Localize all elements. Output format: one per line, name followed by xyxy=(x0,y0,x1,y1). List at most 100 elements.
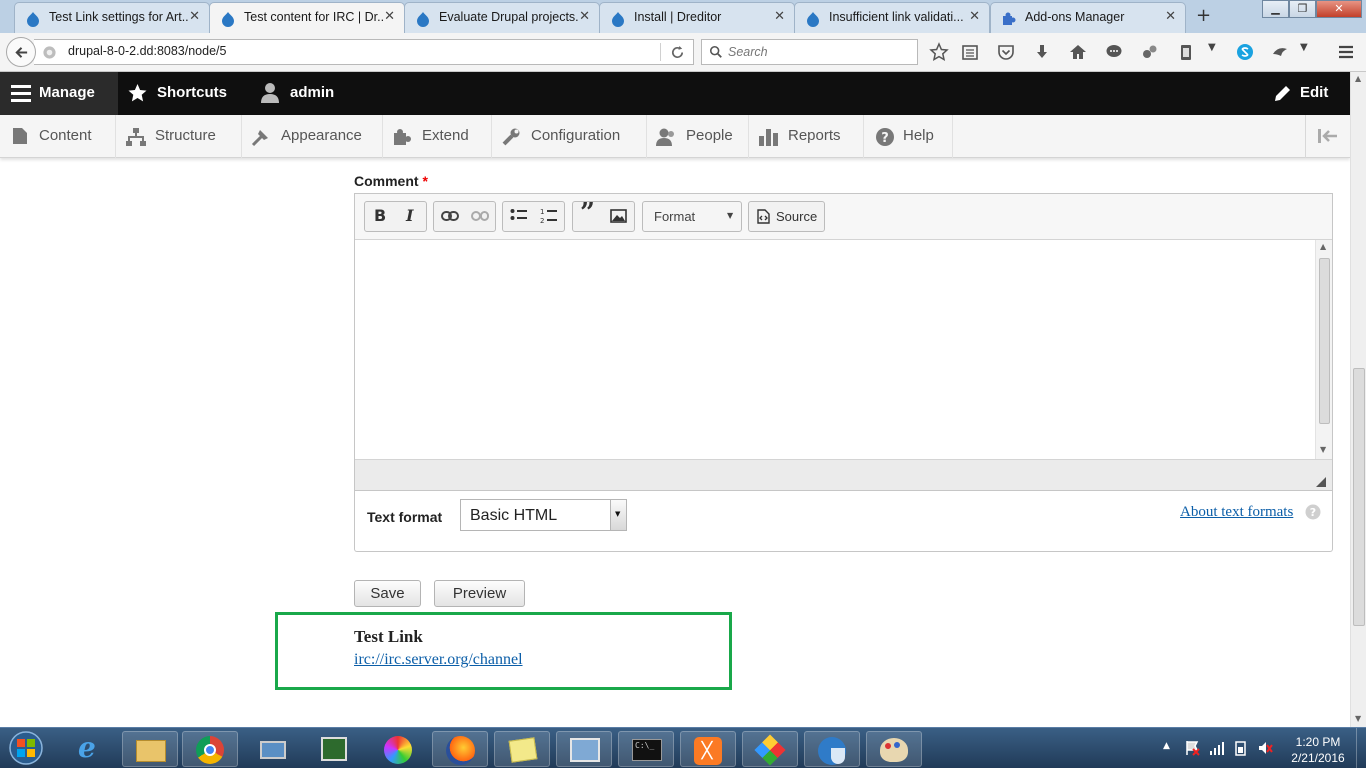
git-icon[interactable] xyxy=(742,731,798,767)
browser-tab[interactable]: Install | Dreditor ✕ xyxy=(599,2,795,33)
restore-window-icon[interactable]: ❐ xyxy=(1289,0,1316,18)
command-prompt-icon[interactable]: C:\_ xyxy=(618,731,674,767)
clipboard-dropdown-icon[interactable]: ▼ xyxy=(1208,42,1216,53)
chrome-icon[interactable] xyxy=(182,731,238,767)
network-tool-icon[interactable] xyxy=(246,731,302,767)
hamburger-menu-icon[interactable] xyxy=(1336,42,1356,62)
pocket-icon[interactable] xyxy=(996,42,1016,62)
tray-item-reports[interactable]: Reports xyxy=(749,115,864,158)
action-center-flag-icon[interactable] xyxy=(1184,740,1200,756)
xampp-icon[interactable]: ᚷ xyxy=(680,731,736,767)
toolbar-shortcuts[interactable]: Shortcuts xyxy=(118,72,248,115)
home-icon[interactable] xyxy=(1068,42,1088,62)
minimize-window-icon[interactable]: ▁ xyxy=(1262,0,1289,18)
tray-item-configuration[interactable]: Configuration xyxy=(492,115,647,158)
required-marker: * xyxy=(422,173,428,189)
test-link-url[interactable]: irc://irc.server.org/channel xyxy=(354,651,523,669)
tab-close-icon[interactable]: ✕ xyxy=(189,9,200,24)
new-tab-button[interactable]: + xyxy=(1196,5,1211,26)
tray-item-extend[interactable]: Extend xyxy=(383,115,492,158)
toolbar-manage[interactable]: Manage xyxy=(0,72,118,115)
tray-item-structure[interactable]: Structure xyxy=(116,115,242,158)
tray-item-people[interactable]: People xyxy=(647,115,749,158)
tab-close-icon[interactable]: ✕ xyxy=(579,9,590,24)
addon-dropdown-icon[interactable]: ▼ xyxy=(1300,42,1308,53)
link-button[interactable] xyxy=(435,202,464,231)
sticky-notes-icon[interactable] xyxy=(494,731,550,767)
editor-scroll-thumb[interactable] xyxy=(1319,258,1330,424)
page-scrollbar[interactable]: ▲ ▼ xyxy=(1350,72,1366,727)
windows-start-icon[interactable] xyxy=(6,730,46,766)
scroll-up-icon[interactable]: ▲ xyxy=(1320,242,1326,251)
shield-globe-icon[interactable] xyxy=(804,731,860,767)
select-arrow[interactable]: ▼ xyxy=(610,500,626,530)
bird-icon[interactable] xyxy=(1270,42,1290,62)
browser-tab-active[interactable]: Test content for IRC | Dr... ✕ xyxy=(209,2,405,34)
browser-tab[interactable]: Insufficient link validati... ✕ xyxy=(794,2,990,33)
browser-tab[interactable]: Test Link settings for Art... ✕ xyxy=(14,2,210,33)
color-wheel-icon[interactable] xyxy=(370,731,426,767)
url-bar[interactable]: drupal-8-0-2.dd:8083/node/5 xyxy=(34,39,694,65)
scroll-down-icon[interactable]: ▼ xyxy=(1355,714,1361,723)
tab-close-icon[interactable]: ✕ xyxy=(1165,9,1176,24)
extension-icon[interactable] xyxy=(1140,42,1160,62)
browser-tab[interactable]: Add-ons Manager ✕ xyxy=(990,2,1186,33)
tab-close-icon[interactable]: ✕ xyxy=(774,9,785,24)
source-button[interactable]: Source xyxy=(748,201,825,232)
battery-icon[interactable] xyxy=(1233,740,1249,756)
tray-item-content[interactable]: Content xyxy=(0,115,116,158)
unlink-button[interactable] xyxy=(465,202,494,231)
firefox-icon[interactable] xyxy=(432,731,488,767)
numbered-list-icon: 12 xyxy=(540,208,557,225)
format-dropdown[interactable]: Format ▼ xyxy=(642,201,742,232)
show-hidden-icons[interactable]: ▲ xyxy=(1163,741,1170,751)
toolbar-edit[interactable]: Edit xyxy=(1262,72,1350,115)
bookmark-star-icon[interactable] xyxy=(929,42,949,62)
clipboard-icon[interactable] xyxy=(1176,42,1196,62)
tab-close-icon[interactable]: ✕ xyxy=(969,9,980,24)
internet-explorer-icon[interactable]: e xyxy=(62,731,118,767)
bold-button[interactable]: B xyxy=(366,202,395,231)
download-icon[interactable] xyxy=(1032,42,1052,62)
editor-text-area[interactable]: ▲ ▼ xyxy=(355,240,1332,459)
text-format-select[interactable]: Basic HTML ▼ xyxy=(460,499,627,531)
help-icon[interactable]: ? xyxy=(1305,504,1321,520)
save-button[interactable]: Save xyxy=(354,580,421,607)
preview-button[interactable]: Preview xyxy=(434,580,525,607)
tray-item-help[interactable]: ? Help xyxy=(864,115,953,158)
reading-list-icon[interactable] xyxy=(960,42,980,62)
blockquote-button[interactable]: ” xyxy=(574,198,603,231)
skype-icon[interactable] xyxy=(1235,42,1255,62)
search-bar[interactable]: Search xyxy=(701,39,918,65)
tray-orientation-toggle[interactable] xyxy=(1305,115,1350,158)
close-window-icon[interactable]: ✕ xyxy=(1316,0,1362,18)
scroll-down-icon[interactable]: ▼ xyxy=(1320,445,1326,454)
volume-muted-icon[interactable] xyxy=(1257,740,1273,756)
editor-scrollbar[interactable]: ▲ ▼ xyxy=(1315,240,1332,459)
tray-item-label: Appearance xyxy=(281,127,362,144)
control-panel-icon[interactable] xyxy=(556,731,612,767)
show-desktop-button[interactable] xyxy=(1356,728,1366,769)
browser-tab[interactable]: Evaluate Drupal projects... ✕ xyxy=(404,2,600,33)
tray-item-appearance[interactable]: Appearance xyxy=(242,115,383,158)
toolbar-shortcuts-label: Shortcuts xyxy=(157,84,228,101)
back-button[interactable] xyxy=(6,37,36,67)
network-signal-icon[interactable] xyxy=(1209,740,1225,756)
numbered-list-button[interactable]: 12 xyxy=(534,202,563,231)
italic-button[interactable]: I xyxy=(396,202,425,231)
taskbar-clock[interactable]: 1:20 PM 2/21/2016 xyxy=(1283,734,1353,766)
file-explorer-icon[interactable] xyxy=(122,731,178,767)
resize-handle-icon[interactable] xyxy=(1316,477,1326,487)
chat-icon[interactable] xyxy=(1104,42,1124,62)
remote-desktop-icon[interactable] xyxy=(307,731,363,767)
image-button[interactable] xyxy=(604,202,633,231)
tab-close-icon[interactable]: ✕ xyxy=(384,9,395,24)
reload-icon[interactable] xyxy=(670,45,685,60)
page-scroll-thumb[interactable] xyxy=(1353,368,1365,626)
bulleted-list-button[interactable] xyxy=(504,202,533,231)
paint-icon[interactable] xyxy=(866,731,922,767)
scroll-up-icon[interactable]: ▲ xyxy=(1355,74,1361,83)
bold-icon: B xyxy=(374,206,387,225)
toolbar-user[interactable]: admin xyxy=(250,72,350,115)
about-text-formats-link[interactable]: About text formats xyxy=(1180,504,1293,521)
